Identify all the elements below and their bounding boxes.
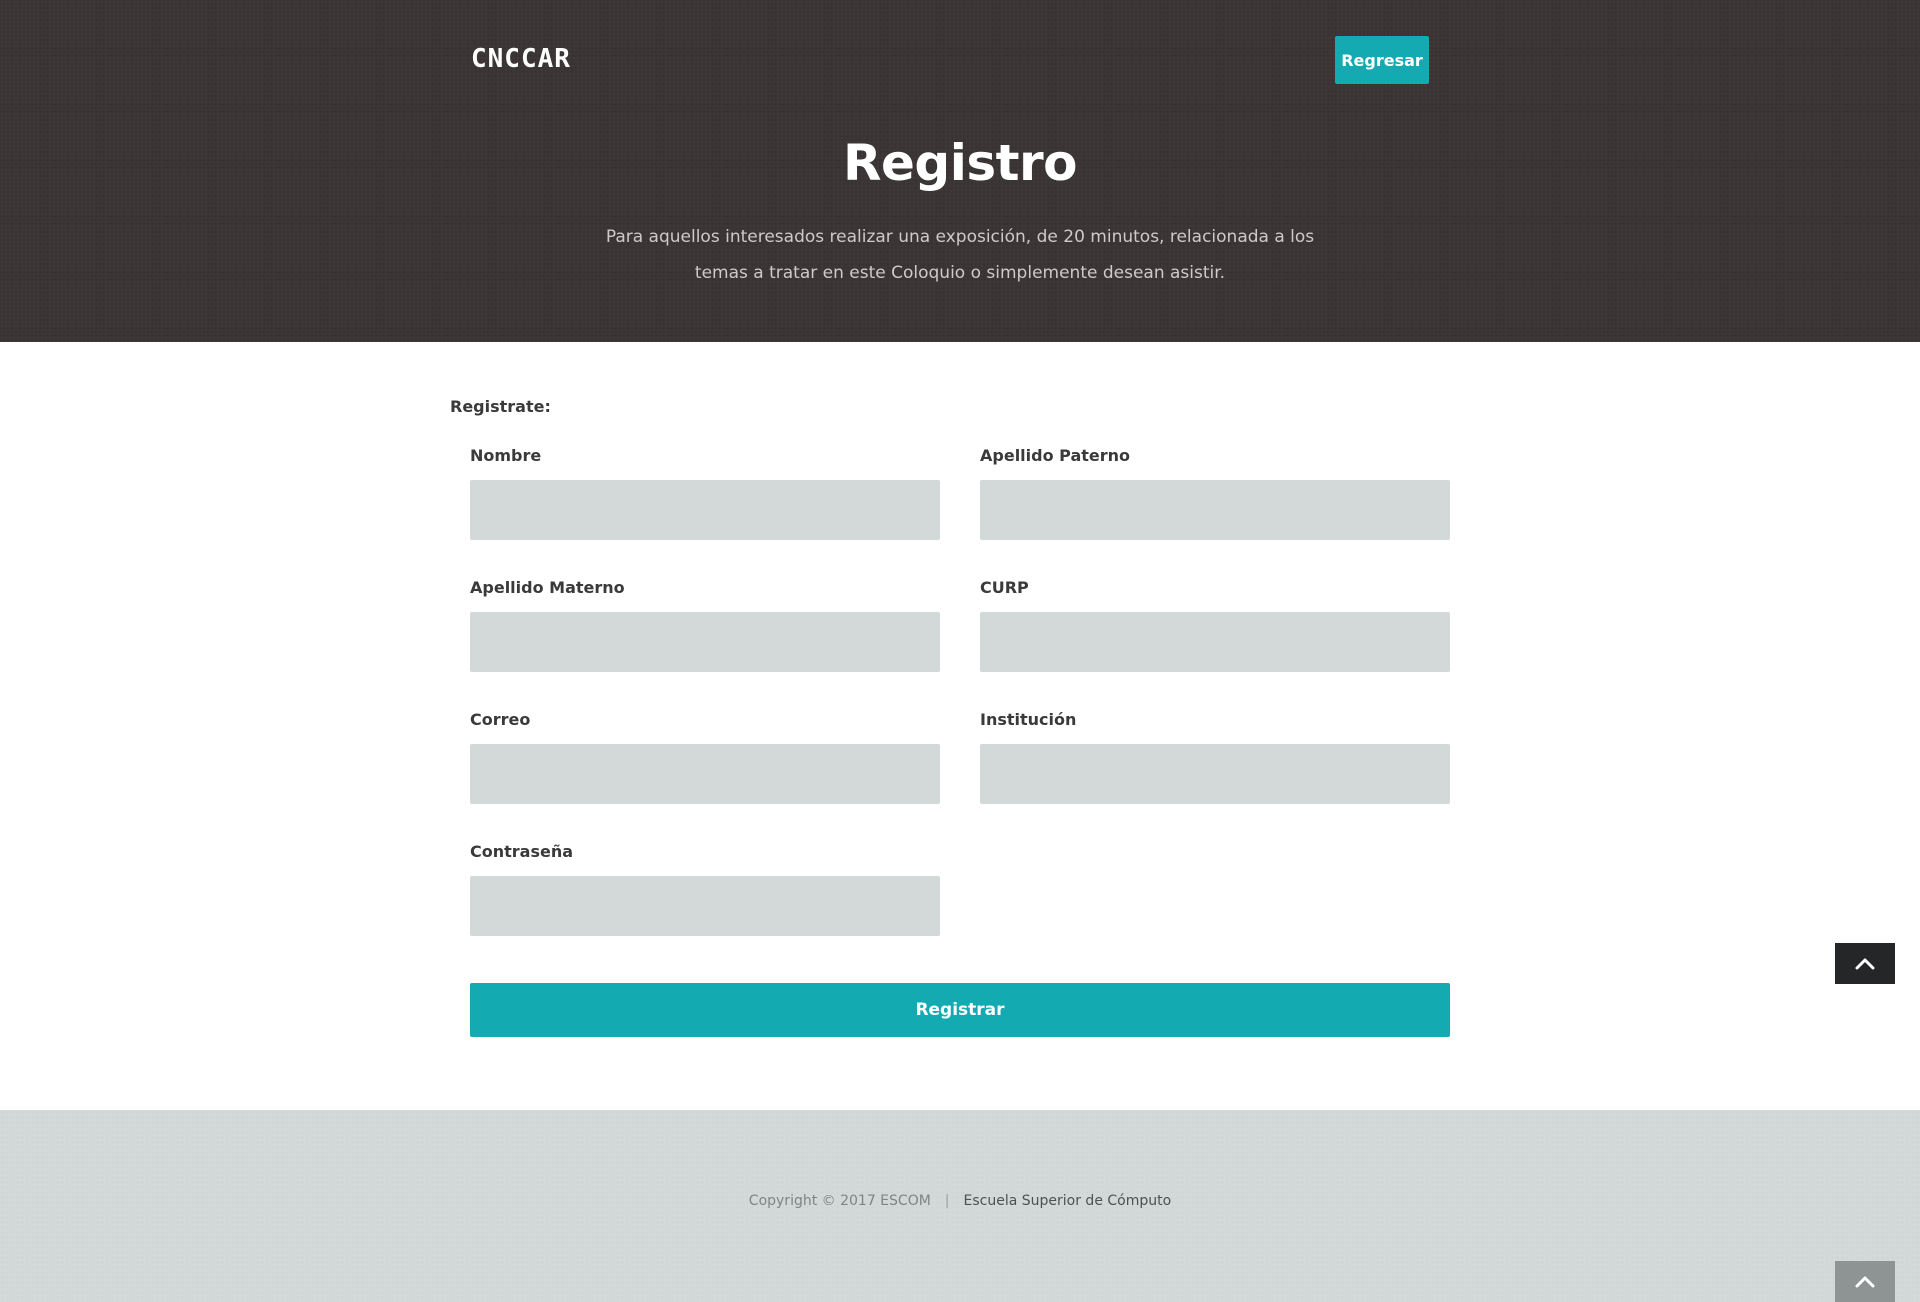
back-button[interactable]: Regresar: [1335, 36, 1429, 84]
page-description: Para aquellos interesados realizar una e…: [605, 227, 1315, 283]
correo-input[interactable]: [470, 744, 940, 804]
apellido-materno-label: Apellido Materno: [470, 578, 625, 597]
nombre-label: Nombre: [470, 446, 542, 465]
page-title: Registro: [842, 134, 1078, 192]
contrasena-input[interactable]: [470, 876, 940, 936]
apellido-materno-input[interactable]: [470, 612, 940, 672]
chevron-up-icon: [1855, 958, 1875, 969]
page-footer: Copyright © 2017 ESCOM | Escuela Superior …: [0, 1110, 1920, 1302]
contrasena-label: Contraseña: [470, 842, 574, 861]
scroll-to-top-button-secondary[interactable]: [1835, 1261, 1895, 1302]
nombre-input[interactable]: [470, 480, 940, 540]
chevron-up-icon: [1855, 1276, 1875, 1287]
curp-label: CURP: [980, 578, 1029, 597]
footer-text: Copyright © 2017 ESCOM | Escuela Superior …: [0, 1193, 1920, 1209]
footer-separator: |: [944, 1193, 950, 1209]
apellido-paterno-input[interactable]: [980, 480, 1450, 540]
copyright-text: Copyright © 2017 ESCOM: [748, 1193, 931, 1209]
site-logo[interactable]: CNCCAR: [471, 44, 571, 74]
institucion-input[interactable]: [980, 744, 1450, 804]
school-link[interactable]: Escuela Superior de Cómputo: [964, 1193, 1172, 1209]
curp-input[interactable]: [980, 612, 1450, 672]
apellido-paterno-label: Apellido Paterno: [980, 446, 1131, 465]
scroll-to-top-button[interactable]: [1835, 943, 1895, 984]
form-heading: Registrate:: [450, 397, 551, 416]
correo-label: Correo: [470, 710, 531, 729]
page-header: CNCCAR Regresar Registro Para aquellos i…: [0, 0, 1920, 342]
institucion-label: Institución: [980, 710, 1077, 729]
register-button[interactable]: Registrar: [470, 983, 1450, 1037]
